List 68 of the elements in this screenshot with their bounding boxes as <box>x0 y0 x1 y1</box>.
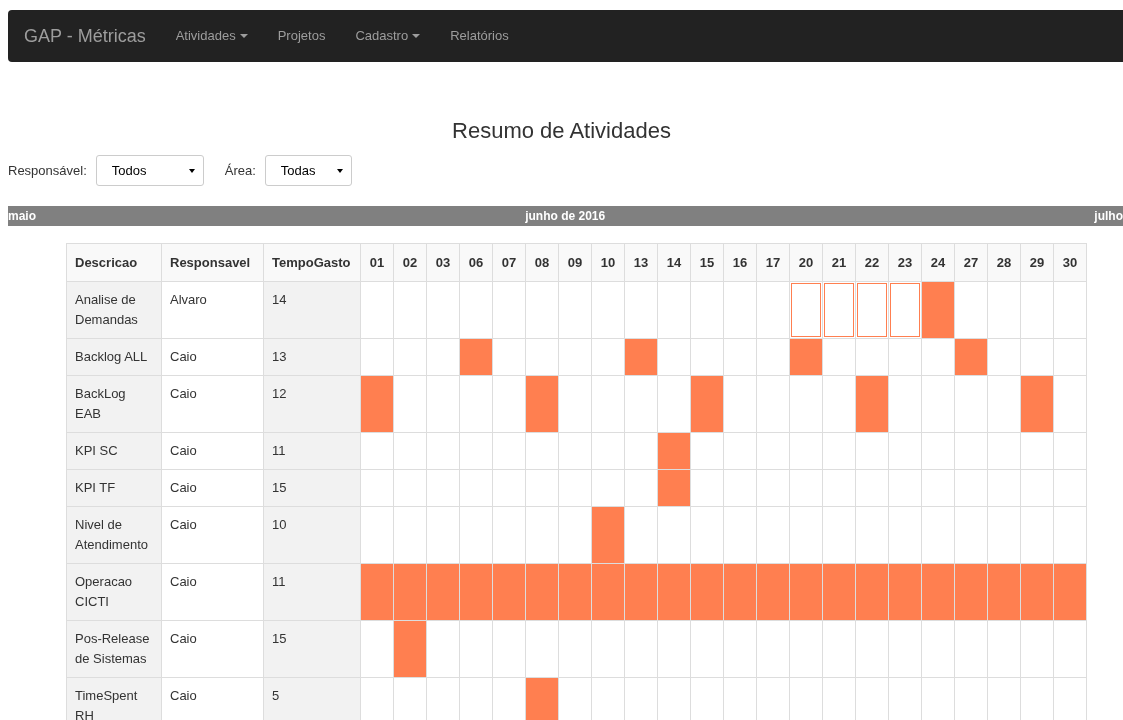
table-cell: Caio <box>161 375 264 433</box>
day-header: 06 <box>459 243 493 282</box>
caret-icon <box>239 34 248 38</box>
day-header: 01 <box>360 243 394 282</box>
table-cell: 14 <box>263 281 361 339</box>
table-cell: TimeSpent RH <box>66 677 162 720</box>
day-header: 20 <box>789 243 823 282</box>
table-cell: Caio <box>161 563 264 621</box>
table-cell: 12 <box>263 375 361 433</box>
day-header: 24 <box>921 243 955 282</box>
column-header: Descricao <box>66 243 162 282</box>
day-header: 29 <box>1020 243 1054 282</box>
brand-link[interactable]: GAP - Métricas <box>24 22 146 50</box>
table-cell: Caio <box>161 469 264 507</box>
table-cell: Analise de Demandas <box>66 281 162 339</box>
current-month: junho de 2016 <box>525 208 606 225</box>
day-header: 10 <box>591 243 625 282</box>
table-cell: Alvaro <box>161 281 264 339</box>
day-header: 13 <box>624 243 658 282</box>
nav-link[interactable]: Cadastro <box>340 26 436 46</box>
day-header: 03 <box>426 243 460 282</box>
day-header: 15 <box>690 243 724 282</box>
filter-select[interactable]: Todas <box>264 155 352 186</box>
table-cell: Nivel de Atendimento <box>66 506 162 564</box>
column-header: TempoGasto <box>263 243 361 282</box>
day-header: 27 <box>954 243 988 282</box>
table-cell: 15 <box>263 469 361 507</box>
table-cell: Caio <box>161 338 264 376</box>
filter-label: Responsável: <box>8 161 87 180</box>
caret-icon <box>412 34 421 38</box>
table-cell: 15 <box>263 620 361 678</box>
table-cell: 11 <box>263 432 361 470</box>
day-header: 09 <box>558 243 592 282</box>
day-header: 02 <box>393 243 427 282</box>
dropdown-arrow-icon <box>336 168 343 173</box>
page-title: Resumo de Atividades <box>451 120 672 142</box>
nav-link[interactable]: Relatórios <box>435 26 524 46</box>
day-header: 14 <box>657 243 691 282</box>
table-cell: Caio <box>161 620 264 678</box>
table-cell: 13 <box>263 338 361 376</box>
filter-label: Área: <box>224 161 256 180</box>
table-cell: Operacao CICTI <box>66 563 162 621</box>
day-header: 28 <box>987 243 1021 282</box>
table-cell: KPI SC <box>66 432 162 470</box>
nav-link[interactable]: Projetos <box>262 26 341 46</box>
nav-link[interactable]: Atividades <box>160 26 263 46</box>
column-header: Responsavel <box>161 243 264 282</box>
table-cell: Caio <box>161 432 264 470</box>
table-cell: Caio <box>161 506 264 564</box>
day-header: 22 <box>855 243 889 282</box>
table-cell: 5 <box>263 677 361 720</box>
table-cell: Backlog ALL <box>66 338 162 376</box>
day-header: 30 <box>1053 243 1087 282</box>
day-header: 23 <box>888 243 922 282</box>
day-header: 07 <box>492 243 526 282</box>
day-header: 16 <box>723 243 757 282</box>
table-cell: BackLog EAB <box>66 375 162 433</box>
table-cell: Pos-Release de Sistemas <box>66 620 162 678</box>
day-header: 17 <box>756 243 790 282</box>
table-cell: 11 <box>263 563 361 621</box>
dropdown-arrow-icon <box>188 168 195 173</box>
previous-month-link[interactable]: maio <box>8 207 36 225</box>
table-cell: 10 <box>263 506 361 564</box>
table-cell: KPI TF <box>66 469 162 507</box>
next-month-link[interactable]: julho <box>1094 207 1123 225</box>
day-header: 21 <box>822 243 856 282</box>
filter-select[interactable]: Todos <box>95 155 204 186</box>
day-header: 08 <box>525 243 559 282</box>
